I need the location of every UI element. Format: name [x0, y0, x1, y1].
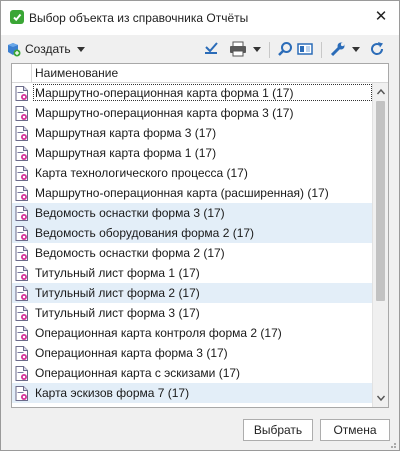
report-icon	[15, 186, 28, 201]
list-item-label: Титульный лист форма 1 (17)	[35, 266, 200, 280]
list-item[interactable]: Операционная карта контроля форма 2 (17)	[12, 323, 373, 343]
select-button[interactable]: Выбрать	[243, 419, 313, 441]
report-icon	[15, 306, 28, 321]
list-item-label: Маршрутная карта форма 1 (17)	[35, 146, 217, 160]
list-item-label: Ведомость оснастки форма 3 (17)	[35, 206, 225, 220]
toolbar: Создать	[1, 35, 399, 63]
check-icon	[203, 41, 219, 57]
refresh-button[interactable]	[369, 39, 385, 59]
settings-button[interactable]	[330, 39, 360, 59]
list-rows: Маршрутно-операционная карта форма 1 (17…	[12, 83, 373, 403]
report-icon	[15, 166, 28, 181]
list-item-label: Операционная карта с эскизами (17)	[35, 366, 241, 380]
list-item[interactable]: Титульный лист форма 2 (17)	[12, 283, 373, 303]
list-item-label: Титульный лист форма 2 (17)	[35, 286, 200, 300]
create-label: Создать	[25, 42, 71, 56]
find-icon	[277, 41, 293, 57]
list-item-label: Маршрутно-операционная карта (расширенна…	[35, 186, 329, 200]
resize-grip-icon[interactable]	[387, 438, 397, 448]
toolbar-separator	[269, 42, 270, 58]
create-icon	[5, 41, 21, 57]
list-header: Наименование	[12, 64, 388, 83]
report-icon	[15, 206, 28, 221]
chevron-down-icon	[253, 46, 261, 52]
columns-button[interactable]	[297, 39, 313, 59]
list-item-label: Титульный лист форма 3 (17)	[35, 306, 200, 320]
list-item[interactable]: Маршрутно-операционная карта форма 3 (17…	[12, 103, 373, 123]
chevron-down-icon	[352, 46, 360, 52]
report-icon	[15, 266, 28, 281]
chevron-down-icon	[76, 46, 85, 52]
list-item[interactable]: Маршрутно-операционная карта (расширенна…	[12, 183, 373, 203]
report-icon	[15, 386, 28, 401]
title-bar: Выбор объекта из справочника Отчёты ✕	[1, 1, 399, 35]
cancel-button[interactable]: Отмена	[320, 419, 390, 441]
list-item[interactable]: Титульный лист форма 3 (17)	[12, 303, 373, 323]
list-item[interactable]: Операционная карта с эскизами (17)	[12, 363, 373, 383]
list-item[interactable]: Ведомость оснастки форма 2 (17)	[12, 243, 373, 263]
list-item-label: Карта технологического процесса (17)	[35, 166, 248, 180]
scrollbar-thumb[interactable]	[376, 101, 385, 301]
list-item[interactable]: Маршрутно-операционная карта форма 1 (17…	[12, 83, 373, 103]
list-item-label: Операционная карта контроля форма 2 (17)	[35, 326, 282, 340]
list-item-label: Маршрутно-операционная карта форма 3 (17…	[35, 106, 294, 120]
list-item[interactable]: Операционная карта форма 3 (17)	[12, 343, 373, 363]
report-icon	[15, 106, 28, 121]
list-item-label: Маршрутная карта форма 3 (17)	[35, 126, 217, 140]
scroll-up-button[interactable]	[374, 85, 388, 99]
list-item[interactable]: Титульный лист форма 1 (17)	[12, 263, 373, 283]
close-button[interactable]: ✕	[369, 6, 393, 28]
toolbar-separator	[321, 42, 322, 58]
refresh-icon	[369, 41, 385, 57]
list-item-label: Ведомость оснастки форма 2 (17)	[35, 246, 225, 260]
list-item[interactable]: Ведомость оснастки форма 3 (17)	[12, 203, 373, 223]
list-item[interactable]: Ведомость оборудования форма 2 (17)	[12, 223, 373, 243]
report-icon	[15, 226, 28, 241]
vertical-scrollbar[interactable]	[372, 83, 388, 407]
column-header-name[interactable]: Наименование	[35, 66, 118, 80]
list-item-label: Карта эскизов форма 7 (17)	[35, 386, 190, 400]
columns-icon	[297, 41, 313, 57]
report-icon	[15, 146, 28, 161]
print-button[interactable]	[229, 39, 261, 59]
list-item[interactable]: Маршрутная карта форма 3 (17)	[12, 123, 373, 143]
report-icon	[15, 326, 28, 341]
dialog-window: Выбор объекта из справочника Отчёты ✕ Со…	[0, 0, 400, 451]
settings-icon	[330, 41, 346, 57]
app-icon	[10, 10, 24, 24]
window-title: Выбор объекта из справочника Отчёты	[29, 11, 249, 25]
print-icon	[229, 41, 247, 57]
scroll-down-button[interactable]	[374, 391, 388, 405]
list-item-label: Ведомость оборудования форма 2 (17)	[35, 226, 255, 240]
dialog-footer: Выбрать Отмена	[1, 409, 399, 450]
list-item[interactable]: Маршрутная карта форма 1 (17)	[12, 143, 373, 163]
report-icon	[15, 86, 28, 101]
check-button[interactable]	[203, 39, 219, 59]
report-icon	[15, 346, 28, 361]
list-item[interactable]: Карта эскизов форма 7 (17)	[12, 383, 373, 403]
focus-rectangle	[33, 84, 372, 101]
reports-list: Наименование Маршрутно-операционная карт…	[11, 63, 389, 408]
report-icon	[15, 126, 28, 141]
list-item[interactable]: Карта технологического процесса (17)	[12, 163, 373, 183]
find-button[interactable]	[277, 39, 293, 59]
list-item-label: Операционная карта форма 3 (17)	[35, 346, 228, 360]
header-corner	[12, 64, 32, 82]
create-button[interactable]: Создать	[5, 39, 85, 59]
report-icon	[15, 246, 28, 261]
report-icon	[15, 286, 28, 301]
report-icon	[15, 366, 28, 381]
